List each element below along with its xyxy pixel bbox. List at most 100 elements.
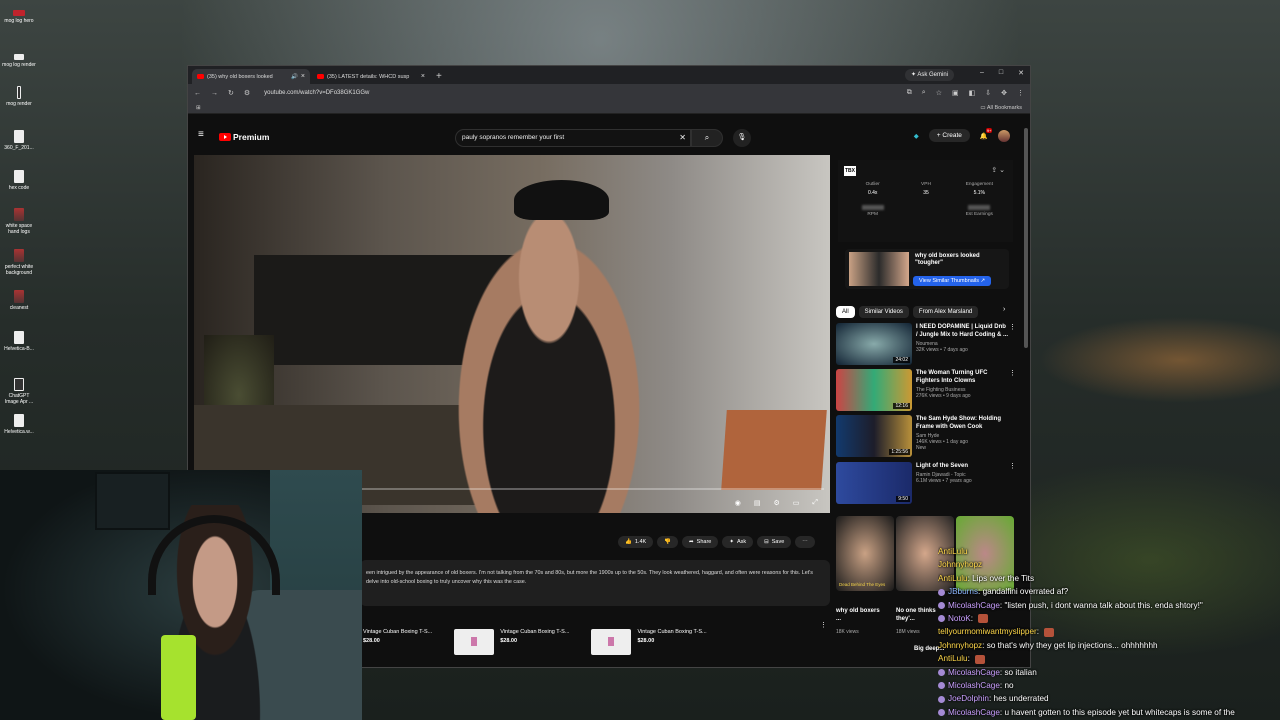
youtube-logo-text: Premium [233,132,270,142]
desktop-icon[interactable]: mog log render [1,54,37,68]
recommendation-item[interactable]: 12:16 The Woman Turning UFC Fighters Int… [836,369,1016,413]
tab-youtube-active[interactable]: (35) why old boxers looked 🔊 × [192,69,310,84]
extension-logo-icon[interactable]: ◆ [914,132,919,140]
close-window-icon[interactable]: ✕ [1018,69,1024,77]
create-button[interactable]: + Create [928,129,970,142]
duration-badge: 24:02 [893,357,910,363]
short-title: why old boxers ... [836,608,880,622]
more-vertical-icon[interactable]: ⋮ [1009,323,1016,331]
chat-username: AntiLulu [938,573,968,583]
search-button[interactable]: ⌕ [691,129,723,147]
back-icon[interactable]: ← [194,90,201,97]
like-button[interactable]: 👍 1.4K [618,536,654,548]
metric-label: Est Earnings [965,212,993,217]
metric-spacer [899,199,952,217]
page-scrollbar[interactable] [1024,128,1028,348]
download-icon[interactable]: ⇩ [985,89,991,97]
metric-label: VPH [921,182,931,187]
settings-gear-icon[interactable]: ⚙ [773,499,779,507]
recommendation-item[interactable]: 9:50 Light of the Seven Ramin Djawadi - … [836,462,1016,506]
minimize-icon[interactable]: – [980,69,984,77]
desktop-icon[interactable]: white space hand logs [1,208,37,235]
voice-search-button[interactable]: 🎙 [733,129,751,147]
recommendation-item[interactable]: 1:25:56 The Sam Hyde Show: Holding Frame… [836,415,1016,459]
forward-icon[interactable]: → [211,90,218,97]
site-info-icon[interactable]: ⚙ [244,89,250,97]
export-icon[interactable]: ⇪ ⌄ [991,166,1005,174]
close-tab-icon[interactable]: × [301,73,305,80]
desktop-icon[interactable]: 360_F_201... [1,130,37,151]
ask-gemini-button[interactable]: ✦ Ask Gemini [904,69,954,81]
all-bookmarks-folder[interactable]: ▭ All Bookmarks [980,105,1022,111]
view-similar-thumbnails-button[interactable]: View Similar Thumbnails ↗ [913,276,992,286]
menu-kebab-icon[interactable]: ⋮ [1017,89,1024,97]
zoom-icon[interactable]: ⌕ [922,89,926,97]
chip-from-channel[interactable]: From Alex Marsland [912,306,979,318]
desktop-icon[interactable]: cleanest [1,290,37,311]
fullscreen-icon[interactable]: ⤢ [812,499,818,507]
more-actions-button[interactable]: ⋯ [795,536,815,548]
clear-search-icon[interactable]: ✕ [679,130,686,146]
tab-youtube[interactable]: (35) LATEST details: WHCD susp × [312,69,430,84]
reload-icon[interactable]: ↻ [228,89,234,97]
desktop-icon[interactable]: mog log hero [1,10,37,24]
video-player[interactable]: ◉ ▤ ⚙ ▭ ⤢ [194,155,830,513]
account-avatar[interactable] [998,129,1010,142]
url-field[interactable]: youtube.com/watch?v=DFo38GK1GGw [264,90,369,96]
desktop-icon[interactable]: Helvetica.w... [1,414,37,435]
autoplay-toggle-icon[interactable]: ◉ [735,499,741,507]
recommendation-title: Light of the Seven [916,463,969,469]
sidebar-icon[interactable]: ◧ [969,89,976,97]
miniplayer-icon[interactable]: ▭ [793,499,800,507]
chat-message: so that's why they get lip injections...… [986,640,1158,650]
merch-more-icon[interactable]: ⋮ [820,621,827,629]
recommendation-thumbnail: 1:25:56 [836,415,912,457]
desktop-icon[interactable]: ChatGPT Image Apr ... [1,378,37,405]
dislike-button[interactable]: 👎 [657,536,679,548]
ask-button[interactable]: ✦ Ask [722,536,754,548]
apps-grid-icon[interactable]: ⊞ [196,105,201,111]
chevron-right-icon[interactable]: › [1003,306,1005,313]
new-badge: New [916,445,927,451]
recommendation-item[interactable]: 24:02 I NEED DOPAMINE | Liquid Dnb / Jun… [836,323,1016,367]
merch-item[interactable]: Vintage Cuban Boxing T-S... $28.00 [454,629,569,655]
more-vertical-icon[interactable]: ⋮ [1009,462,1016,470]
views-age: 276K views • 9 days ago [916,393,971,399]
extension-icon[interactable]: ▣ [952,89,959,97]
youtube-play-icon [219,133,231,141]
recommendation-thumbnail: 12:16 [836,369,912,411]
save-button[interactable]: ⊟ Save [757,536,792,548]
more-vertical-icon[interactable]: ⋮ [1009,369,1016,377]
bookmark-star-icon[interactable]: ☆ [936,89,942,97]
chat-username: Johnnyhopz [938,560,983,570]
speaker-icon[interactable]: 🔊 [291,74,298,80]
close-tab-icon[interactable]: × [421,73,425,80]
thumbs-up-icon: 👍 [625,539,632,545]
desktop-icon[interactable]: mog render [1,86,37,107]
short-thumbnail[interactable]: Dead Behind The Eyes [836,516,894,591]
captions-icon[interactable]: ▤ [754,499,761,507]
hamburger-menu-icon[interactable]: ≡ [198,129,204,140]
extensions-puzzle-icon[interactable]: ✥ [1001,89,1007,97]
desktop-icon[interactable]: perfect white background [1,249,37,276]
install-icon[interactable]: ⧉ [907,89,912,97]
merch-item[interactable]: Vintage Cuban Boxing T-S... $28.00 [363,629,432,655]
video-description[interactable]: een intrigued by the appearance of old b… [360,560,830,606]
chip-all[interactable]: All [836,306,855,318]
share-button[interactable]: ➦ Share [682,536,719,548]
notifications-bell-icon[interactable]: 🔔 9+ [980,127,993,140]
merch-item[interactable]: Vintage Cuban Boxing T-S... $28.00 [591,629,707,655]
desktop-icon[interactable]: hex code [1,170,37,191]
chat-line: tellyourmomiwantmyslipper: [938,625,1280,638]
chip-similar-videos[interactable]: Similar Videos [858,306,909,318]
youtube-logo[interactable]: Premium [219,132,269,142]
analytics-extension-panel: TBX ⇪ ⌄ Outlier VPH Engagement 0.4x 35 5… [838,160,1013,242]
tab-title: (35) why old boxers looked [207,73,273,80]
chat-message: hes underrated [993,694,1049,704]
desktop-icon[interactable]: Helvetica-B... [1,331,37,352]
maximize-icon[interactable]: □ [999,69,1003,77]
merch-thumbnail [591,629,632,655]
search-input[interactable]: pauly sopranos remember your first ✕ [455,129,691,147]
desktop-icon-label: ChatGPT Image Apr ... [4,393,34,405]
new-tab-icon[interactable]: + [436,69,442,84]
